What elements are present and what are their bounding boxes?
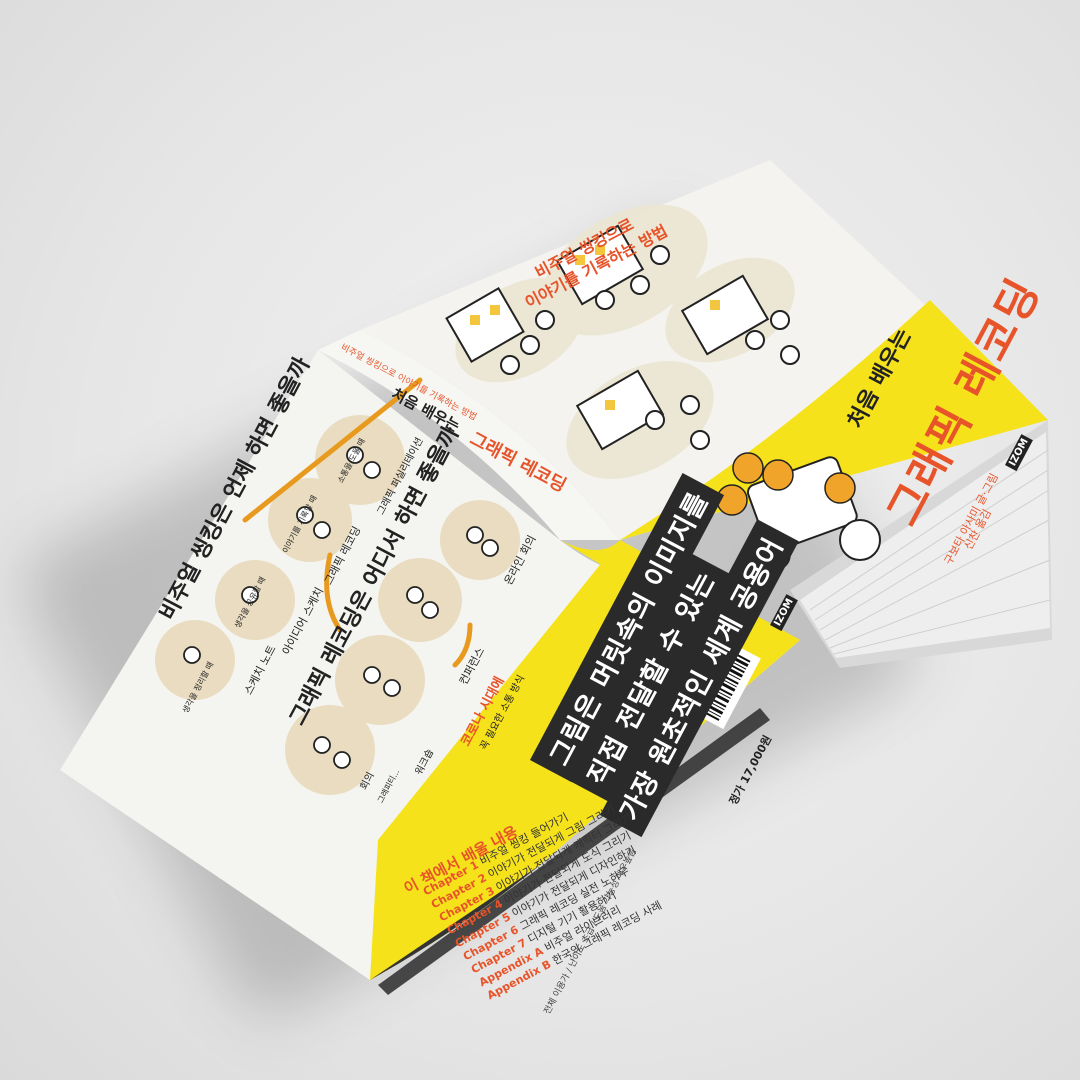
product-mockup-scene: 비주얼 씽킹으로 이야기를 기록하는 방법 처음 배우는 그래픽 레코딩 구보타… — [0, 0, 1080, 1080]
